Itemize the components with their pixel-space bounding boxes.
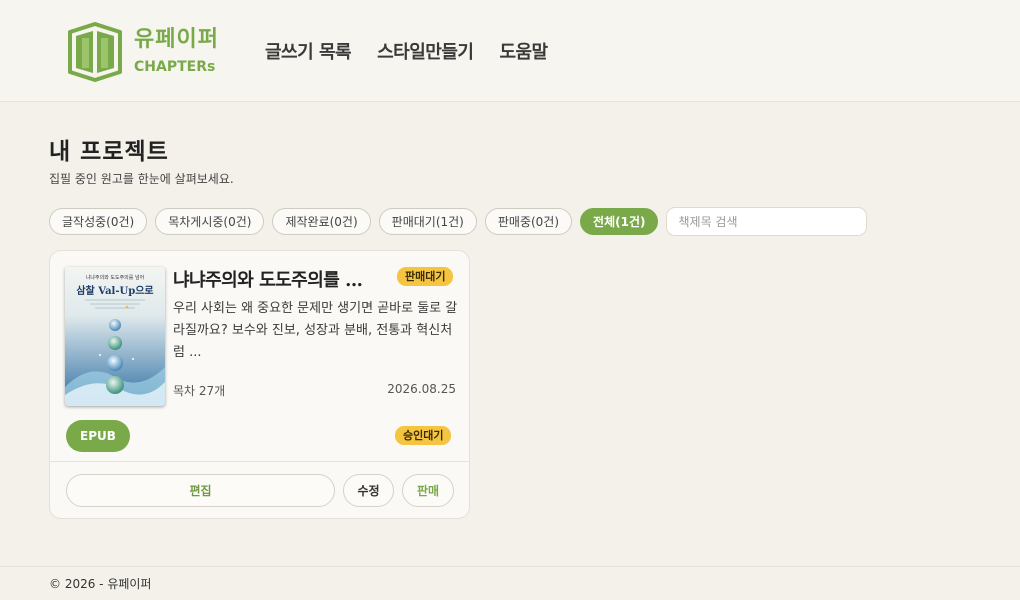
project-card: 냐냐주의와 도도주의를 넘어 삼찰 Val-Up으로 냐냐주의와 도도주의를 .… <box>49 250 470 519</box>
logo[interactable]: 유페이퍼 CHAPTERs <box>66 22 219 82</box>
filter-writing[interactable]: 글작성중(0건) <box>49 208 148 235</box>
filter-all[interactable]: 전체(1건) <box>580 208 659 235</box>
page-subtitle: 집필 중인 원고를 한눈에 살펴보세요. <box>49 172 234 186</box>
toc-count: 목차 27개 <box>173 384 226 398</box>
status-filter-bar: 글작성중(0건) 목차게시중(0건) 제작완료(0건) 판매대기(1건) 판매중… <box>49 207 868 236</box>
project-date: 2026.08.25 <box>387 382 456 396</box>
sell-button[interactable]: 판매 <box>402 474 454 507</box>
logo-korean-text: 유페이퍼 <box>134 27 219 52</box>
logo-english-text: CHAPTERs <box>134 59 216 75</box>
edit-button[interactable]: 편집 <box>66 474 335 507</box>
format-epub-badge[interactable]: EPUB <box>66 420 130 452</box>
footer: © 2026 - 유페이퍼 <box>0 566 1020 600</box>
page-title: 내 프로젝트 <box>49 138 169 165</box>
book-description: 우리 사회는 왜 중요한 문제만 생기면 곧바로 둘로 갈라질까요? 보수와 진… <box>173 301 458 360</box>
header: 유페이퍼 CHAPTERs 글쓰기 목록 스타일만들기 도움말 <box>0 0 1020 102</box>
nav-item-style-maker[interactable]: 스타일만들기 <box>377 38 474 64</box>
approval-status-badge: 승인대기 <box>395 426 452 445</box>
cover-subtitle-text: 냐냐주의와 도도주의를 넘어 <box>86 274 144 281</box>
copyright-text: © 2026 - 유페이퍼 <box>49 577 152 591</box>
book-title-search-input[interactable] <box>666 207 868 236</box>
filter-toc-posting[interactable]: 목차게시중(0건) <box>155 208 265 235</box>
nav-item-help[interactable]: 도움말 <box>499 38 548 64</box>
status-badge: 판매대기 <box>397 267 454 286</box>
cover-title-text: 삼찰 Val-Up으로 <box>76 284 153 297</box>
card-divider <box>50 461 469 462</box>
filter-production-done[interactable]: 제작완료(0건) <box>272 208 371 235</box>
filter-on-sale[interactable]: 판매중(0건) <box>484 208 573 235</box>
book-logo-icon <box>68 22 122 82</box>
book-title[interactable]: 냐냐주의와 도도주의를 ... <box>173 266 393 292</box>
modify-button[interactable]: 수정 <box>343 474 394 507</box>
main-nav: 글쓰기 목록 스타일만들기 도움말 <box>265 38 548 64</box>
filter-sale-pending[interactable]: 판매대기(1건) <box>378 208 477 235</box>
nav-item-writing-list[interactable]: 글쓰기 목록 <box>265 38 352 64</box>
book-cover-image[interactable]: 냐냐주의와 도도주의를 넘어 삼찰 Val-Up으로 <box>65 267 165 406</box>
